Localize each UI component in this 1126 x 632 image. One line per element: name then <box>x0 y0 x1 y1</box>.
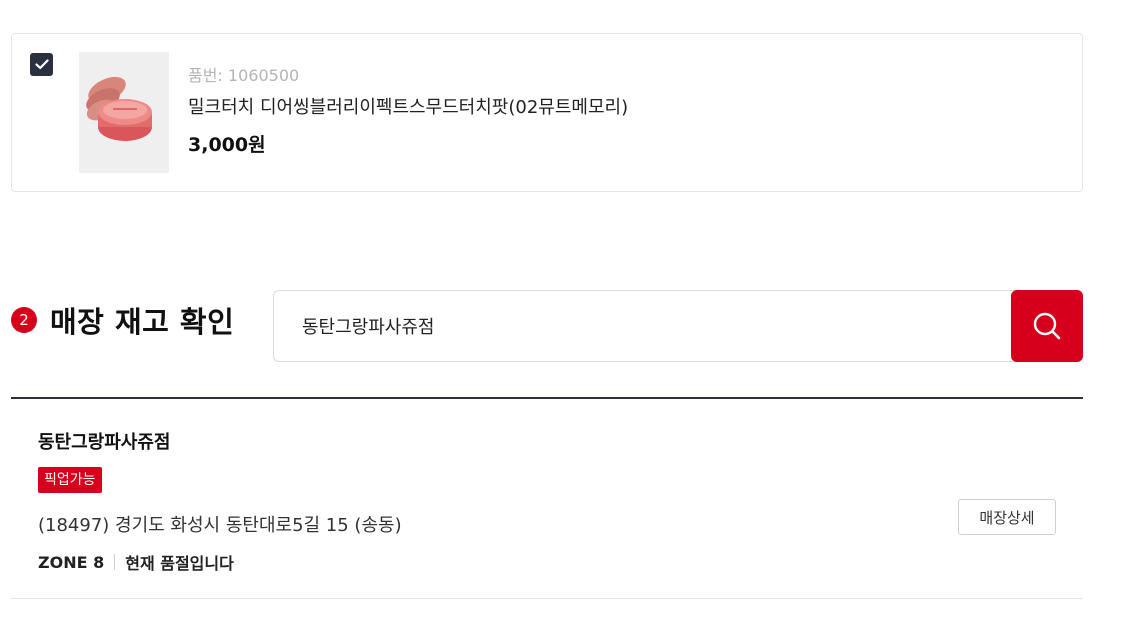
product-price: 3,000원 <box>188 134 266 156</box>
store-address: (18497) 경기도 화성시 동탄대로5길 15 (송동) <box>38 515 402 536</box>
product-card: 품번: 1060500 밀크터치 디어씽블러리이펙트스무드터치팟(02뮤트메모리… <box>11 33 1083 192</box>
row-divider <box>11 598 1083 599</box>
product-image[interactable] <box>79 52 169 173</box>
product-info: 품번: 1060500 밀크터치 디어씽블러리이펙트스무드터치팟(02뮤트메모리… <box>188 66 628 158</box>
section-heading: 매장 재고 확인 <box>50 305 235 339</box>
search-button[interactable] <box>1011 290 1083 362</box>
store-name: 동탄그랑파사쥬점 <box>38 432 171 453</box>
stock-status-text: 현재 품절입니다 <box>125 554 234 573</box>
product-code: 품번: 1060500 <box>188 66 300 85</box>
stock-section-title: 2 매장 재고 확인 <box>11 299 234 341</box>
status-separator <box>114 554 116 570</box>
pickup-available-badge: 픽업가능 <box>38 467 102 493</box>
product-name[interactable]: 밀크터치 디어씽블러리이펙트스무드터치팟(02뮤트메모리) <box>188 96 628 120</box>
search-icon <box>1033 312 1061 340</box>
store-search-box <box>273 290 1083 362</box>
store-stock-status: ZONE 8 현재 품절입니다 <box>38 550 234 574</box>
step-number-badge: 2 <box>11 307 37 333</box>
store-detail-button[interactable]: 매장상세 <box>958 499 1056 535</box>
results-divider <box>11 397 1083 399</box>
store-search-input[interactable] <box>273 290 1018 362</box>
zone-label: ZONE 8 <box>38 552 105 572</box>
checkmark-icon <box>34 59 49 70</box>
product-checkbox[interactable] <box>30 53 53 76</box>
